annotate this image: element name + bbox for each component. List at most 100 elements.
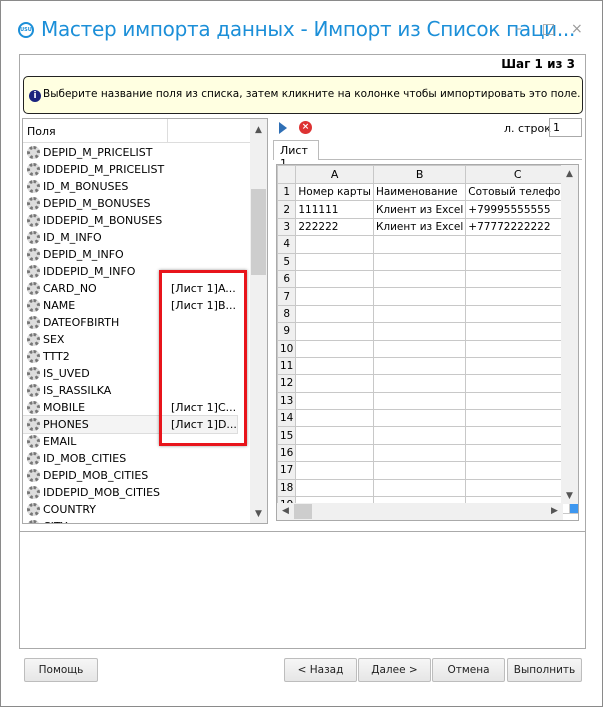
grid-cell[interactable] xyxy=(295,374,374,393)
grid-cell[interactable] xyxy=(295,235,374,254)
grid-horizontal-scrollbar[interactable]: ◀ ▶ xyxy=(277,503,563,520)
grid-cell[interactable] xyxy=(295,287,374,306)
fields-header[interactable]: Поля xyxy=(23,119,267,143)
column-header[interactable]: A xyxy=(295,165,374,184)
field-item[interactable]: IDDEPID_MOB_CITIES xyxy=(23,484,267,501)
field-item[interactable]: COUNTRY xyxy=(23,501,267,518)
grid-cell[interactable] xyxy=(295,478,374,498)
field-item[interactable]: DATEOFBIRTH xyxy=(23,314,267,331)
grid-cell[interactable] xyxy=(295,356,374,376)
field-item[interactable]: IDDEPID_M_BONUSES xyxy=(23,212,267,229)
grid-cell[interactable] xyxy=(372,304,467,324)
field-item[interactable]: DEPID_MOB_CITIES xyxy=(23,467,267,484)
row-header[interactable]: 18 xyxy=(277,478,297,498)
grid-cell[interactable] xyxy=(465,269,571,289)
field-item[interactable]: SEX xyxy=(23,331,267,348)
grid-cell[interactable] xyxy=(295,304,374,324)
tab-sheet1[interactable]: Лист 1 xyxy=(273,140,319,170)
field-item[interactable]: IDDEPID_M_INFO xyxy=(23,263,267,280)
grid-cell[interactable] xyxy=(465,356,571,376)
field-item[interactable]: CARD_NO [Лист 1]A... xyxy=(23,280,267,297)
column-header[interactable]: B xyxy=(372,165,467,184)
grid-cell[interactable] xyxy=(465,426,571,445)
field-item[interactable]: ID_M_INFO xyxy=(23,229,267,246)
back-button[interactable]: < Назад xyxy=(284,658,357,682)
grid-cell[interactable] xyxy=(372,269,467,289)
row-header[interactable]: 14 xyxy=(277,409,297,428)
grid-cell[interactable] xyxy=(295,322,374,341)
field-item[interactable]: ID_M_BONUSES xyxy=(23,178,267,195)
row-header[interactable]: 3 xyxy=(277,217,297,237)
row-header[interactable]: 7 xyxy=(277,287,297,306)
grid-cell[interactable] xyxy=(465,287,571,306)
field-item[interactable]: DEPID_M_INFO xyxy=(23,246,267,263)
maximize-button[interactable]: □ xyxy=(542,21,555,37)
next-button[interactable]: Далее > xyxy=(358,658,431,682)
grid-cell[interactable] xyxy=(372,391,467,411)
grid-cell[interactable] xyxy=(465,478,571,498)
grid-cell[interactable] xyxy=(295,461,374,480)
scrollbar-thumb[interactable] xyxy=(251,189,266,275)
grid-cell[interactable] xyxy=(465,391,571,411)
grid-cell[interactable]: Клиент из Excel xyxy=(372,217,467,237)
row-header[interactable]: 10 xyxy=(277,339,297,358)
field-item[interactable]: TTT2 xyxy=(23,348,267,365)
row-header[interactable]: 6 xyxy=(277,269,297,289)
grid-cell[interactable] xyxy=(372,409,467,428)
field-item[interactable]: IS_RASSILKA xyxy=(23,382,267,399)
scrollbar-thumb[interactable] xyxy=(294,504,312,519)
grid-cell[interactable]: Клиент из Excel xyxy=(372,200,467,219)
row-header[interactable]: 12 xyxy=(277,374,297,393)
row-header[interactable]: 9 xyxy=(277,322,297,341)
grid-cell[interactable] xyxy=(465,322,571,341)
row-header[interactable]: 15 xyxy=(277,426,297,445)
row-header[interactable]: 11 xyxy=(277,356,297,376)
scroll-down-icon[interactable]: ▼ xyxy=(561,491,578,501)
scroll-up-icon[interactable]: ▲ xyxy=(561,169,578,179)
grid-cell[interactable] xyxy=(372,443,467,463)
grid-cell[interactable] xyxy=(372,478,467,498)
grid-cell[interactable]: 222222 xyxy=(295,217,374,237)
field-item[interactable]: IDDEPID_M_PRICELIST xyxy=(23,161,267,178)
grid-cell[interactable] xyxy=(295,443,374,463)
field-item[interactable]: NAME [Лист 1]B... xyxy=(23,297,267,314)
grid-cell[interactable] xyxy=(465,443,571,463)
grid-cell[interactable] xyxy=(465,339,571,358)
grid-cell[interactable] xyxy=(372,426,467,445)
minimize-button[interactable]: – xyxy=(515,21,522,37)
row-header[interactable]: 8 xyxy=(277,304,297,324)
grid-cell[interactable]: Наименование xyxy=(372,182,467,202)
grid-cell[interactable] xyxy=(465,461,571,480)
grid-cell[interactable] xyxy=(465,304,571,324)
row-header[interactable]: 4 xyxy=(277,235,297,254)
grid-cell[interactable] xyxy=(295,409,374,428)
grid-cell[interactable] xyxy=(372,235,467,254)
grid-cell[interactable] xyxy=(295,426,374,445)
grid-cell[interactable]: Сотовый телефон xyxy=(465,182,571,202)
corner-cell[interactable] xyxy=(277,165,297,184)
field-item[interactable]: EMAIL xyxy=(23,433,267,450)
field-item[interactable]: DEPID_M_BONUSES xyxy=(23,195,267,212)
row-header[interactable]: 17 xyxy=(277,461,297,480)
field-item[interactable]: IS_UVED xyxy=(23,365,267,382)
scroll-up-icon[interactable]: ▲ xyxy=(250,125,267,135)
close-button[interactable]: × xyxy=(571,21,583,37)
row-header[interactable]: 5 xyxy=(277,252,297,271)
grid-cell[interactable]: +77772222222 xyxy=(465,217,571,237)
grid-cell[interactable] xyxy=(465,374,571,393)
grid-cell[interactable] xyxy=(295,252,374,271)
grid-cell[interactable] xyxy=(372,322,467,341)
rows-input[interactable]: 1 xyxy=(549,118,582,137)
grid-vertical-scrollbar[interactable]: ▲ ▼ xyxy=(561,165,578,504)
cancel-button[interactable]: Отмена xyxy=(432,658,505,682)
grid-cell[interactable]: 111111 xyxy=(295,200,374,219)
fields-scrollbar[interactable]: ▲ ▼ xyxy=(250,119,267,523)
column-header[interactable]: C xyxy=(465,165,571,184)
scroll-down-icon[interactable]: ▼ xyxy=(250,509,267,519)
row-header[interactable]: 2 xyxy=(277,200,297,219)
grid-cell[interactable] xyxy=(465,235,571,254)
grid-cell[interactable] xyxy=(372,339,467,358)
scroll-right-icon[interactable]: ▶ xyxy=(546,506,563,516)
row-header[interactable]: 1 xyxy=(277,182,297,202)
grid-cell[interactable]: +79995555555 xyxy=(465,200,571,219)
